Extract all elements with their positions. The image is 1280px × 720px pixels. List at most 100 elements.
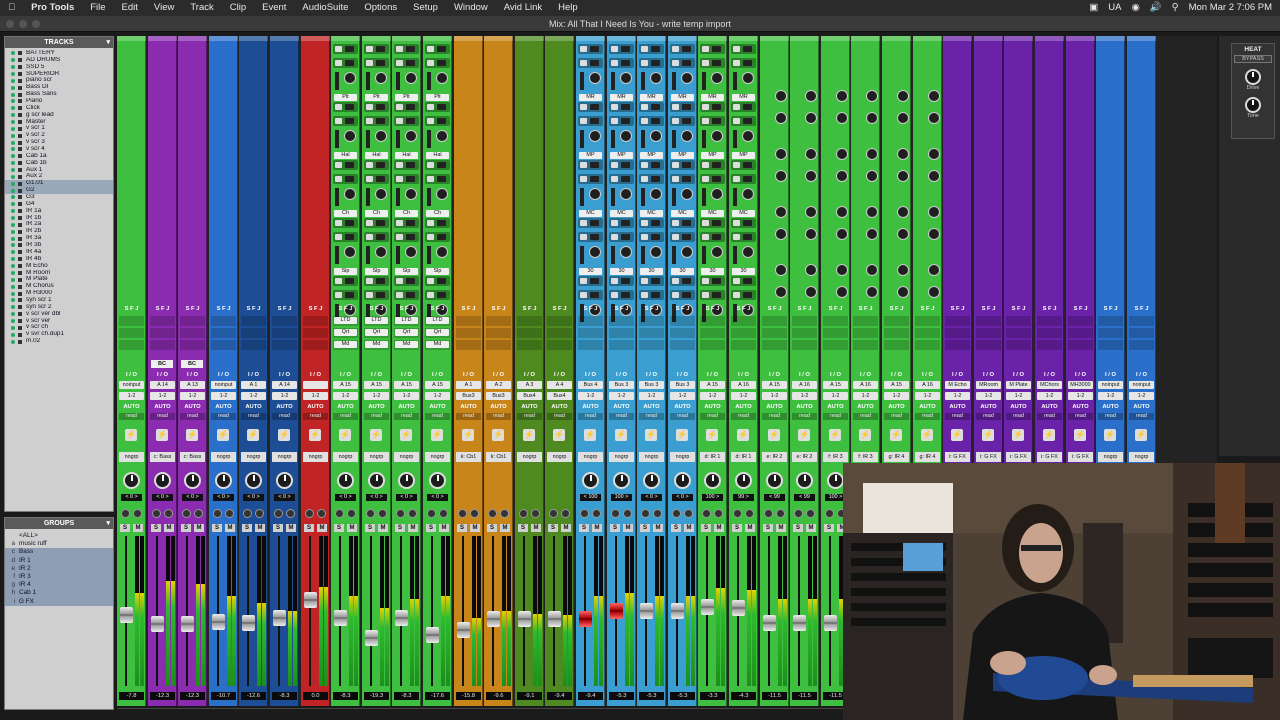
automation-mode-selector[interactable]: read <box>486 413 511 420</box>
insert-slot[interactable] <box>639 116 664 126</box>
input-monitor-button[interactable] <box>653 509 662 518</box>
mute-button[interactable]: M <box>714 524 724 532</box>
insert-view-icon[interactable] <box>590 104 599 110</box>
insert-power-icon[interactable] <box>702 60 709 66</box>
insert-name-label[interactable]: Plt <box>365 94 388 101</box>
record-enable-button[interactable] <box>641 509 650 518</box>
track-list-item[interactable]: v svr ch.dup1 <box>5 331 113 338</box>
insert-power-icon[interactable] <box>396 278 403 284</box>
insert-fader[interactable] <box>672 72 676 90</box>
input-monitor-button[interactable] <box>470 509 479 518</box>
insert-slot[interactable] <box>700 160 725 170</box>
insert-view-icon[interactable] <box>406 118 415 124</box>
insert-knob[interactable] <box>650 72 662 84</box>
insert-slot[interactable] <box>731 44 756 54</box>
insert-slot[interactable] <box>639 218 664 228</box>
insert-name-label[interactable]: Slp <box>365 268 388 275</box>
insert-power-icon[interactable] <box>580 220 587 226</box>
insert-slot[interactable] <box>394 174 419 184</box>
insert-slot[interactable] <box>731 218 756 228</box>
track-list-item[interactable]: IR 3a <box>5 235 113 242</box>
input-monitor-button[interactable] <box>592 509 601 518</box>
insert-view-icon[interactable] <box>621 220 630 226</box>
solo-button[interactable]: S <box>304 524 314 532</box>
track-visibility-icon[interactable] <box>11 168 15 173</box>
insert-knob[interactable] <box>620 130 632 142</box>
mute-button[interactable]: M <box>561 524 571 532</box>
insert-view-icon[interactable] <box>406 220 415 226</box>
insert-knob[interactable] <box>650 188 662 200</box>
automation-mode-selector[interactable]: read <box>272 413 297 420</box>
track-visibility-icon[interactable] <box>11 305 15 310</box>
insert-view-icon[interactable] <box>345 46 354 52</box>
menu-help[interactable]: Help <box>550 0 586 16</box>
track-visibility-icon[interactable] <box>11 195 15 200</box>
group-selector[interactable]: k: Cb1 <box>456 452 481 462</box>
volume-fader[interactable] <box>824 615 837 631</box>
insert-power-icon[interactable] <box>672 278 679 284</box>
volume-fader[interactable] <box>518 611 531 627</box>
group-selector[interactable]: d: IR 1 <box>731 452 756 462</box>
volume-fader[interactable] <box>181 616 194 632</box>
voice-icon[interactable]: ⚡ <box>309 429 321 441</box>
send-bc-button[interactable]: BC <box>151 360 173 368</box>
insert-view-icon[interactable] <box>345 60 354 66</box>
insert-knob[interactable] <box>805 206 817 218</box>
send-slot[interactable] <box>303 328 328 338</box>
track-list-item[interactable]: IR 3b <box>5 242 113 249</box>
menu-track[interactable]: Track <box>182 0 221 16</box>
pan-knob[interactable] <box>398 472 415 489</box>
group-list-item[interactable]: <ALL> <box>5 532 113 540</box>
insert-knob[interactable] <box>897 228 909 240</box>
input-monitor-button[interactable] <box>194 509 203 518</box>
insert-knob[interactable] <box>836 206 848 218</box>
insert-slot[interactable] <box>609 218 634 228</box>
insert-slot[interactable] <box>333 276 358 286</box>
automation-mode-selector[interactable]: read <box>762 413 787 420</box>
insert-fader[interactable] <box>396 72 400 90</box>
send-slot[interactable] <box>792 340 817 350</box>
track-visibility-icon[interactable] <box>11 106 15 111</box>
insert-fader[interactable] <box>641 72 645 90</box>
output-selector[interactable]: 1-2 <box>119 392 144 400</box>
voice-icon[interactable]: ⚡ <box>1135 429 1147 441</box>
insert-power-icon[interactable] <box>396 60 403 66</box>
insert-knob[interactable] <box>897 148 909 160</box>
heat-bypass-button[interactable]: BYPASS <box>1234 55 1272 63</box>
voice-icon[interactable]: ⚡ <box>217 429 229 441</box>
pan-knob[interactable] <box>123 472 140 489</box>
insert-slot[interactable] <box>700 218 725 228</box>
insert-view-icon[interactable] <box>621 60 630 66</box>
output-selector[interactable]: 1-2 <box>1129 392 1154 400</box>
track-visibility-icon[interactable] <box>11 140 15 145</box>
send-slot[interactable] <box>915 328 940 338</box>
insert-slot[interactable] <box>394 160 419 170</box>
insert-fader[interactable] <box>702 130 706 148</box>
group-selector[interactable]: nogrp <box>364 452 389 462</box>
solo-button[interactable]: S <box>457 524 467 532</box>
group-selector[interactable]: i: G FX <box>945 452 970 462</box>
track-visibility-icon[interactable] <box>11 318 15 323</box>
send-slot[interactable] <box>1068 316 1093 326</box>
output-selector[interactable]: 1-2 <box>792 392 817 400</box>
insert-knob[interactable] <box>805 112 817 124</box>
solo-button[interactable]: S <box>671 524 681 532</box>
input-selector[interactable]: noinput <box>119 381 144 389</box>
track-visibility-icon[interactable] <box>11 229 15 234</box>
insert-power-icon[interactable] <box>702 234 709 240</box>
track-visibility-icon[interactable] <box>11 236 15 241</box>
insert-power-icon[interactable] <box>366 162 373 168</box>
track-visibility-icon[interactable] <box>11 202 15 207</box>
insert-power-icon[interactable] <box>396 104 403 110</box>
record-enable-button[interactable] <box>458 509 467 518</box>
insert-fader[interactable] <box>427 188 431 206</box>
pan-knob[interactable] <box>154 472 171 489</box>
send-slot[interactable] <box>241 328 266 338</box>
insert-slot[interactable] <box>731 58 756 68</box>
send-slot[interactable] <box>517 340 542 350</box>
insert-knob[interactable] <box>775 112 787 124</box>
insert-power-icon[interactable] <box>396 46 403 52</box>
track-list-item[interactable]: SUPERIOR <box>5 71 113 78</box>
insert-power-icon[interactable] <box>580 162 587 168</box>
pan-knob[interactable] <box>735 472 752 489</box>
